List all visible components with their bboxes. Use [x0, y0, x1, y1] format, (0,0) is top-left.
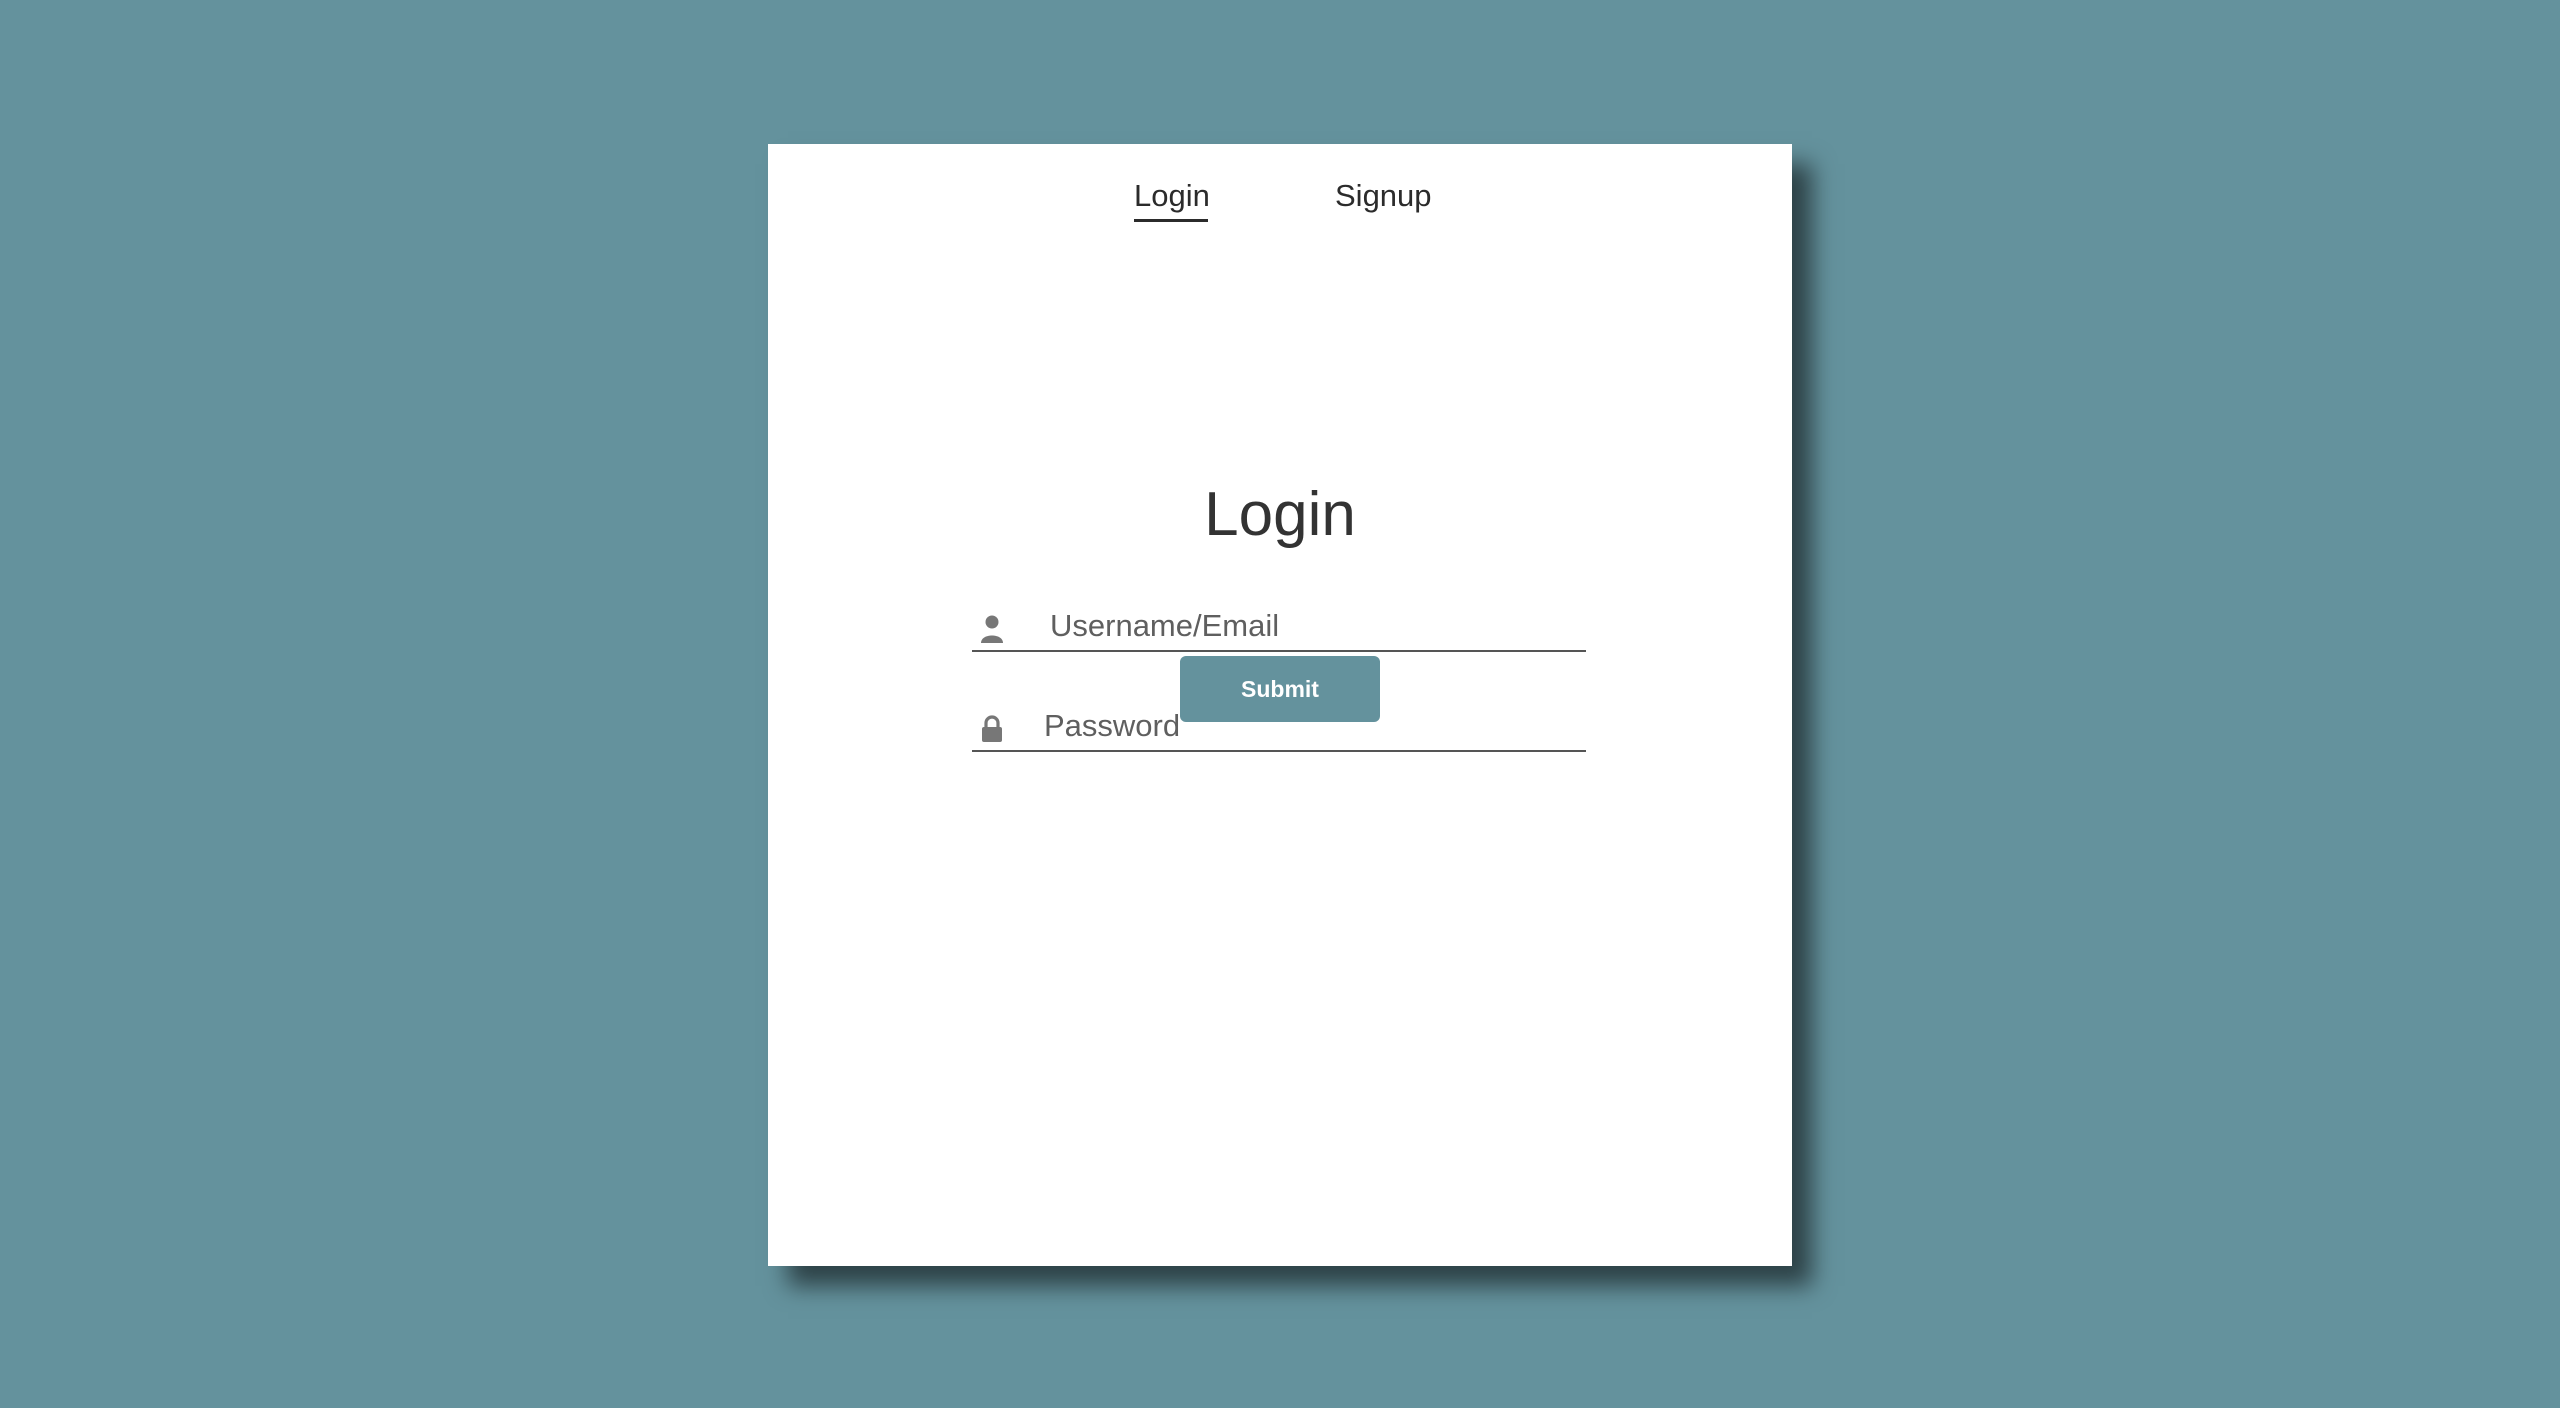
submit-button[interactable]: Submit: [1180, 656, 1380, 722]
tab-login[interactable]: Login: [1134, 180, 1210, 222]
page-title: Login: [1204, 480, 1356, 549]
user-icon: [981, 615, 1003, 643]
username-input[interactable]: [1050, 606, 1570, 646]
login-card: Login Signup Login Submit: [768, 144, 1792, 1266]
tab-signup[interactable]: Signup: [1335, 180, 1435, 219]
username-field: [972, 600, 1586, 652]
lock-icon: [982, 715, 1002, 742]
auth-tabs: Login Signup: [768, 180, 1792, 236]
